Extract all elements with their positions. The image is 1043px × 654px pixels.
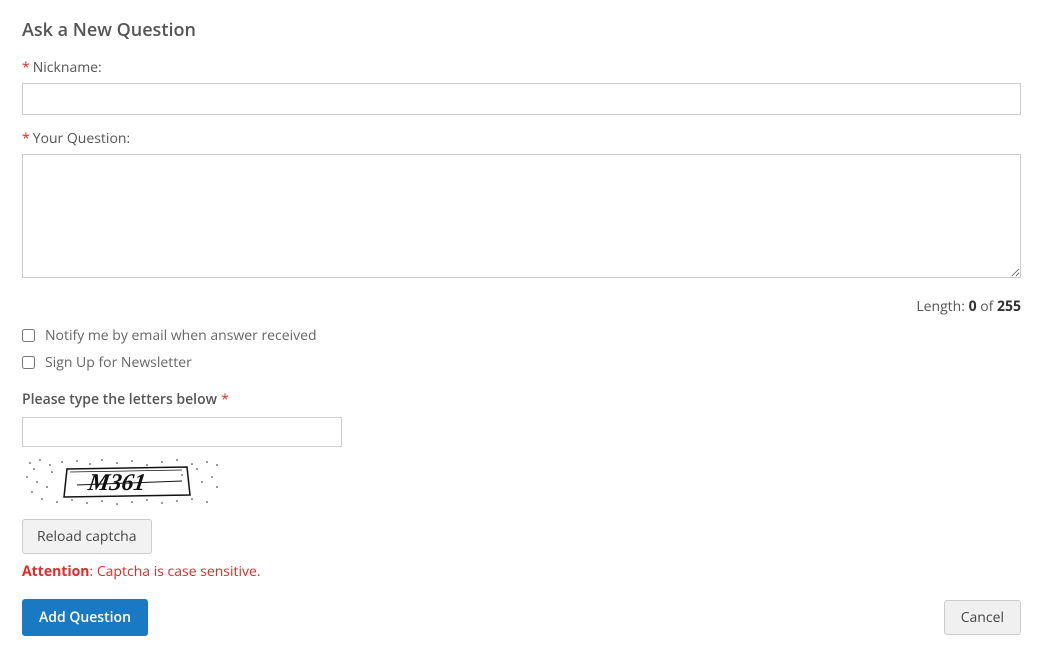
newsletter-label[interactable]: Sign Up for Newsletter [45, 353, 192, 372]
required-mark-icon: * [22, 129, 30, 148]
length-prefix: Length: [916, 297, 968, 316]
length-of: of [977, 297, 997, 316]
notify-checkbox[interactable] [22, 329, 35, 342]
attention-rest: : Captcha is case sensitive. [90, 562, 261, 581]
nickname-field-group: *Nickname: [22, 58, 1021, 115]
required-mark-icon: * [221, 390, 229, 409]
form-title: Ask a New Question [22, 18, 1021, 42]
newsletter-checkbox-row: Sign Up for Newsletter [22, 353, 1021, 372]
question-textarea[interactable] [22, 154, 1021, 278]
captcha-svg: M361 [22, 457, 222, 507]
notify-label[interactable]: Notify me by email when answer received [45, 326, 317, 345]
captcha-input[interactable] [22, 417, 342, 447]
question-field-group: *Your Question: [22, 129, 1021, 283]
cancel-button[interactable]: Cancel [944, 600, 1021, 635]
captcha-label: Please type the letters below [22, 390, 217, 409]
reload-captcha-button[interactable]: Reload captcha [22, 519, 152, 554]
length-current: 0 [969, 297, 977, 316]
captcha-attention: Attention: Captcha is case sensitive. [22, 562, 1021, 581]
nickname-label-text: Nickname: [33, 58, 102, 77]
nickname-label: *Nickname: [22, 58, 1021, 77]
captcha-section: Please type the letters below* [22, 390, 1021, 581]
add-question-button[interactable]: Add Question [22, 599, 148, 636]
length-counter: Length: 0 of 255 [22, 297, 1021, 316]
newsletter-checkbox[interactable] [22, 356, 35, 369]
captcha-image: M361 [22, 457, 222, 507]
required-mark-icon: * [22, 58, 30, 77]
nickname-input[interactable] [22, 83, 1021, 115]
notify-checkbox-row: Notify me by email when answer received [22, 326, 1021, 345]
length-max: 255 [997, 297, 1021, 316]
question-label: *Your Question: [22, 129, 1021, 148]
question-label-text: Your Question: [33, 129, 130, 148]
attention-bold: Attention [22, 562, 90, 581]
button-row: Add Question Cancel [22, 599, 1021, 636]
